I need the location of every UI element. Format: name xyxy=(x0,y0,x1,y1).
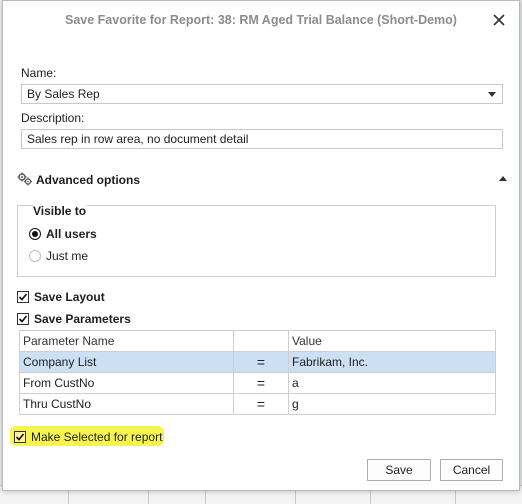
column-header-operator xyxy=(233,330,289,352)
save-parameters-checkbox[interactable] xyxy=(17,313,29,325)
save-parameters-label: Save Parameters xyxy=(34,312,131,326)
parameters-table: Parameter Name Value Company List = Fabr… xyxy=(19,330,496,415)
parameter-value-cell[interactable]: g xyxy=(288,393,496,415)
name-value: By Sales Rep xyxy=(27,87,100,101)
operator-symbol: = xyxy=(256,375,266,391)
radio-unselected-icon[interactable] xyxy=(29,250,41,262)
parameter-name-cell: Thru CustNo xyxy=(19,393,234,415)
parameter-name-cell: Company List xyxy=(19,351,234,373)
table-header-row: Parameter Name Value xyxy=(19,330,496,352)
collapse-arrow-icon[interactable] xyxy=(499,176,507,181)
visible-to-label: Visible to xyxy=(33,204,87,218)
make-selected-checkbox[interactable] xyxy=(14,431,26,443)
chevron-down-icon[interactable] xyxy=(488,92,496,97)
operator-cell: = xyxy=(233,351,289,373)
parameter-name-cell: From CustNo xyxy=(19,372,234,394)
checkmark-icon xyxy=(18,315,28,323)
dialog-title: Save Favorite for Report: 38: RM Aged Tr… xyxy=(65,13,457,27)
advanced-options-label: Advanced options xyxy=(36,173,141,187)
all-users-label: All users xyxy=(46,227,97,241)
parameter-value-cell[interactable]: a xyxy=(288,372,496,394)
visible-to-group: Visible to All users Just me xyxy=(17,204,496,277)
save-layout-label: Save Layout xyxy=(34,290,105,304)
radio-selected-icon[interactable] xyxy=(29,228,41,240)
parameter-value-cell[interactable]: Fabrikam, Inc. xyxy=(288,351,496,373)
column-header-value: Value xyxy=(288,330,496,352)
operator-cell: = xyxy=(233,393,289,415)
checkmark-icon xyxy=(18,293,28,301)
description-value: Sales rep in row area, no document detai… xyxy=(27,132,249,146)
operator-symbol: = xyxy=(256,354,266,370)
save-button[interactable]: Save xyxy=(367,459,431,481)
close-button[interactable] xyxy=(489,10,509,30)
advanced-options-header[interactable]: Advanced options xyxy=(17,171,509,189)
make-selected-label: Make Selected for report xyxy=(31,430,163,444)
close-icon xyxy=(493,14,505,26)
checkmark-icon xyxy=(15,433,25,441)
table-row[interactable]: Thru CustNo = g xyxy=(19,393,496,415)
name-dropdown[interactable]: By Sales Rep xyxy=(21,84,503,104)
description-field[interactable]: Sales rep in row area, no document detai… xyxy=(21,129,503,149)
table-row[interactable]: Company List = Fabrikam, Inc. xyxy=(19,351,496,373)
save-layout-checkbox[interactable] xyxy=(17,291,29,303)
table-row[interactable]: From CustNo = a xyxy=(19,372,496,394)
gears-icon xyxy=(17,172,32,186)
description-label: Description: xyxy=(21,111,85,125)
operator-symbol: = xyxy=(256,396,266,412)
save-favorite-dialog: Save Favorite for Report: 38: RM Aged Tr… xyxy=(2,0,520,491)
column-header-parameter-name: Parameter Name xyxy=(19,330,234,352)
name-label: Name: xyxy=(21,66,57,80)
just-me-label: Just me xyxy=(46,249,89,263)
cancel-button[interactable]: Cancel xyxy=(440,459,503,481)
operator-cell: = xyxy=(233,372,289,394)
dialog-titlebar: Save Favorite for Report: 38: RM Aged Tr… xyxy=(3,1,519,39)
